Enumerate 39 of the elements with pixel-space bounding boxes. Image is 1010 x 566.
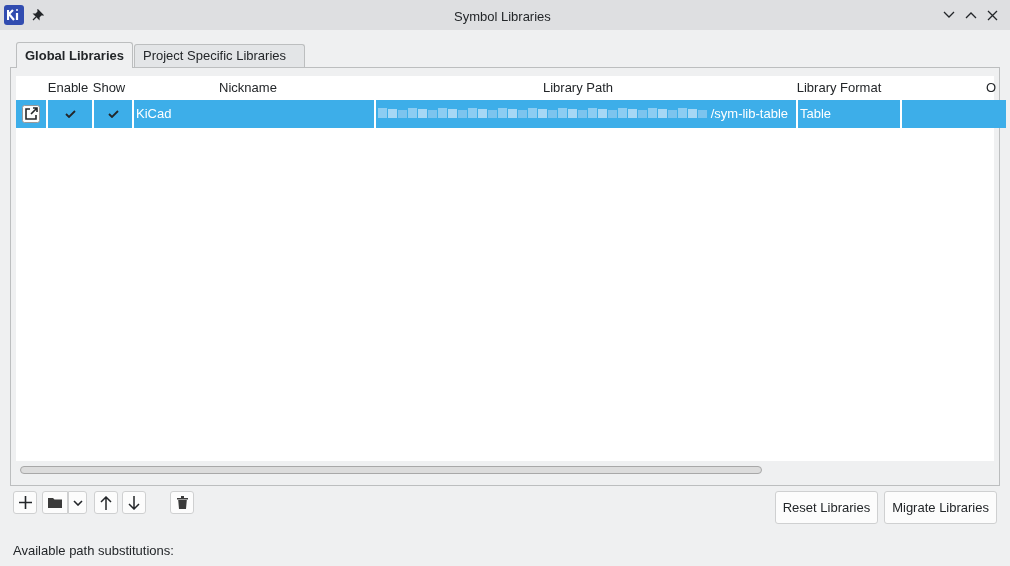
open-link-icon[interactable] [22,105,40,123]
trash-icon [176,496,188,509]
plus-icon [18,496,32,509]
path-substitutions-label: Available path substitutions: [12,542,175,560]
column-header[interactable]: Library Path [368,78,788,98]
minimize-icon[interactable] [943,11,955,19]
column-header[interactable]: Library Format [788,78,890,98]
column-header[interactable]: Nickname [128,78,368,98]
library-path: /sym-lib-table [710,105,788,124]
tab[interactable]: Project Specific Libraries [134,44,305,67]
enable-checkbox[interactable] [48,100,92,128]
dialog-button[interactable]: Migrate Libraries [884,491,997,524]
column-header[interactable]: O [890,78,994,98]
caret-icon [72,499,83,506]
table-cell: KiCad [134,100,374,128]
move-down-button[interactable] [122,491,146,514]
show-checkbox[interactable] [94,100,132,128]
table-cell: Table [798,100,900,128]
window-title: Symbol Libraries [454,8,551,26]
check-icon [64,110,76,118]
column-header[interactable]: Show [90,78,128,98]
arrow-down-icon [128,495,140,510]
pin-icon[interactable] [32,9,44,21]
tab[interactable]: Global Libraries [16,42,133,68]
app-logo-icon [4,5,24,25]
folder-icon [48,497,62,508]
table-cell[interactable] [16,100,46,128]
delete-button[interactable] [170,491,194,514]
close-icon[interactable] [987,9,998,21]
folder-button[interactable] [42,491,68,514]
column-header[interactable]: Enable [46,78,90,98]
move-up-button[interactable] [94,491,118,514]
check-icon [107,110,119,118]
horizontal-scrollbar[interactable] [20,466,762,474]
dialog-button[interactable]: Reset Libraries [774,491,879,524]
maximize-icon[interactable] [965,11,977,19]
arrow-up-icon [100,495,112,510]
dropdown-button[interactable] [68,491,87,514]
add-button[interactable] [13,491,37,514]
